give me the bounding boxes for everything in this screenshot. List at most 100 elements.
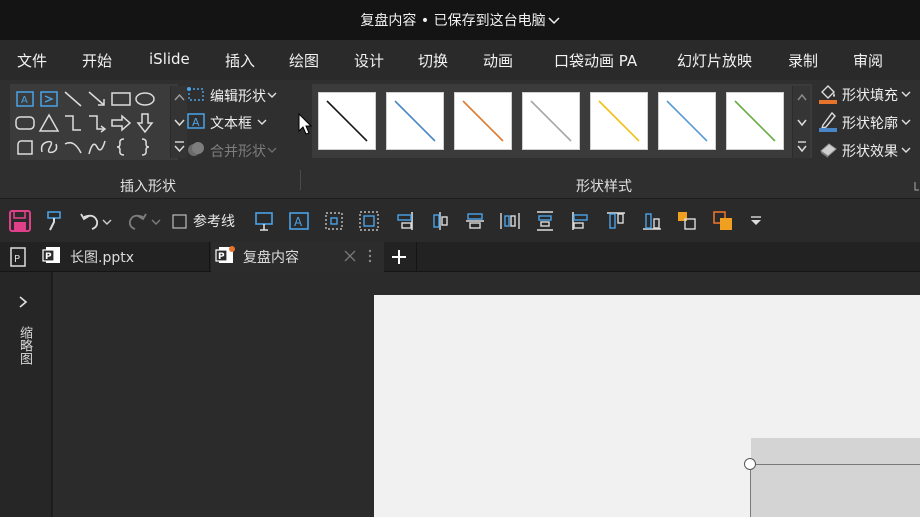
- document-tab-label: 复盘内容: [243, 250, 299, 266]
- line-style-gray[interactable]: [522, 92, 580, 150]
- shape-styles-gallery[interactable]: [312, 84, 812, 158]
- document-tab-active[interactable]: P 复盘内容: [211, 242, 384, 272]
- paint-bucket-icon: [818, 82, 842, 108]
- line-style-blue[interactable]: [386, 92, 444, 150]
- format-painter-icon[interactable]: [42, 209, 66, 233]
- svg-text:A: A: [294, 215, 303, 229]
- send-backward-icon[interactable]: [711, 209, 735, 233]
- curve-shape-icon[interactable]: [86, 136, 108, 158]
- svg-text:P: P: [14, 254, 20, 265]
- menu-slideshow[interactable]: 幻灯片放映: [677, 50, 752, 71]
- guides-checkbox[interactable]: [171, 209, 189, 233]
- shapes-gallery[interactable]: A: [10, 84, 187, 160]
- chevron-down-icon[interactable]: [149, 209, 163, 233]
- close-icon[interactable]: [343, 249, 357, 267]
- menu-design[interactable]: 设计: [354, 50, 384, 71]
- edit-shape-button[interactable]: 编辑形状: [186, 84, 282, 108]
- resize-handle[interactable]: [744, 458, 756, 470]
- left-brace-icon[interactable]: [110, 136, 132, 158]
- guides-label: 参考线: [193, 214, 235, 230]
- distribute-horizontal-icon[interactable]: [498, 209, 522, 233]
- merge-shapes-button[interactable]: 合并形状: [186, 139, 282, 163]
- document-list-icon[interactable]: P: [8, 246, 30, 272]
- menu-islide[interactable]: iSlide: [149, 50, 190, 68]
- edit-shape-label: 编辑形状: [210, 89, 266, 105]
- line-style-black[interactable]: [318, 92, 376, 150]
- down-arrow-shape-icon[interactable]: [134, 112, 156, 134]
- scribble-shape-icon[interactable]: [38, 136, 60, 158]
- vertical-text-box-icon[interactable]: [38, 88, 60, 110]
- powerpoint-file-icon: P: [215, 245, 235, 269]
- menu-draw[interactable]: 绘图: [289, 50, 319, 71]
- line-shape-icon[interactable]: [62, 88, 84, 110]
- align-bottom-icon[interactable]: [640, 209, 664, 233]
- gallery-scroll-up-icon[interactable]: [170, 86, 187, 110]
- gallery-more-icon[interactable]: [170, 134, 187, 158]
- shape-effects-button[interactable]: 形状效果: [818, 139, 916, 163]
- window-title[interactable]: 复盘内容 • 已保存到这台电脑: [0, 10, 920, 30]
- rounded-rectangle-icon[interactable]: [14, 112, 36, 134]
- new-tab-icon[interactable]: [388, 247, 410, 271]
- line-style-light-blue[interactable]: [658, 92, 716, 150]
- chevron-down-icon[interactable]: [546, 13, 560, 29]
- bring-forward-icon[interactable]: [675, 209, 699, 233]
- dialog-launcher-icon[interactable]: [914, 180, 920, 196]
- customize-toolbar-icon[interactable]: [746, 209, 766, 233]
- rectangle-shape-icon[interactable]: [110, 88, 132, 110]
- align-center-horizontal-icon[interactable]: [428, 209, 452, 233]
- presentation-icon[interactable]: [252, 209, 276, 233]
- text-box-button[interactable]: A 文本框: [186, 111, 272, 135]
- styles-more-icon[interactable]: [792, 134, 810, 158]
- styles-scroll-down-icon[interactable]: [792, 110, 810, 134]
- right-brace-icon[interactable]: [134, 136, 156, 158]
- arrow-line-shape-icon[interactable]: [86, 88, 108, 110]
- arc-shape-icon[interactable]: [62, 136, 84, 158]
- redo-icon[interactable]: [125, 209, 149, 233]
- menu-file[interactable]: 文件: [17, 50, 47, 71]
- gallery-scroll-down-icon[interactable]: [170, 110, 187, 134]
- undo-icon[interactable]: [78, 209, 102, 233]
- selected-shape-outline[interactable]: [750, 464, 920, 517]
- styles-scroll-up-icon[interactable]: [792, 86, 810, 110]
- shape-fill-button[interactable]: 形状填充: [818, 83, 916, 107]
- menu-pocket-animation[interactable]: 口袋动画 PA: [554, 50, 637, 71]
- text-box-icon[interactable]: A: [287, 209, 311, 233]
- shape-outline-button[interactable]: 形状轮廓: [818, 111, 916, 135]
- thumbnail-panel-label[interactable]: 缩略图: [16, 326, 32, 365]
- chevron-down-icon: [266, 143, 282, 159]
- align-top-icon[interactable]: [604, 209, 628, 233]
- right-arrow-shape-icon[interactable]: [110, 112, 132, 134]
- menu-review[interactable]: 审阅: [853, 50, 883, 71]
- elbow-arrow-connector-icon[interactable]: [86, 112, 108, 134]
- chevron-right-icon[interactable]: [16, 294, 30, 314]
- menu-insert[interactable]: 插入: [225, 50, 255, 71]
- line-style-green[interactable]: [726, 92, 784, 150]
- group-objects-icon[interactable]: [357, 209, 381, 233]
- chevron-down-icon[interactable]: [100, 209, 114, 233]
- freeform-shape-icon[interactable]: [14, 136, 36, 158]
- document-tab-label: 长图.pptx: [70, 250, 134, 266]
- document-tab[interactable]: P 长图.pptx: [36, 242, 210, 272]
- align-middle-icon[interactable]: [463, 209, 487, 233]
- menu-animations[interactable]: 动画: [483, 50, 513, 71]
- distribute-vertical-icon[interactable]: [533, 209, 557, 233]
- menu-home[interactable]: 开始: [82, 50, 112, 71]
- document-tab-bar: P P 长图.pptx P 复盘内容: [0, 242, 920, 272]
- text-box-icon: A: [186, 111, 210, 135]
- line-style-yellow[interactable]: [590, 92, 648, 150]
- align-right-icon[interactable]: [392, 209, 416, 233]
- save-icon[interactable]: [8, 209, 32, 233]
- triangle-shape-icon[interactable]: [38, 112, 60, 134]
- text-box-shape-icon[interactable]: A: [14, 88, 36, 110]
- select-objects-icon[interactable]: [322, 209, 346, 233]
- more-options-icon[interactable]: [367, 248, 373, 268]
- powerpoint-file-icon: P: [42, 245, 62, 269]
- menu-transitions[interactable]: 切换: [418, 50, 448, 71]
- chevron-down-icon: [252, 115, 272, 131]
- oval-shape-icon[interactable]: [134, 88, 156, 110]
- text-box-label: 文本框: [210, 116, 252, 132]
- align-left-icon[interactable]: [569, 209, 593, 233]
- elbow-connector-icon[interactable]: [62, 112, 84, 134]
- line-style-orange[interactable]: [454, 92, 512, 150]
- menu-record[interactable]: 录制: [788, 50, 818, 71]
